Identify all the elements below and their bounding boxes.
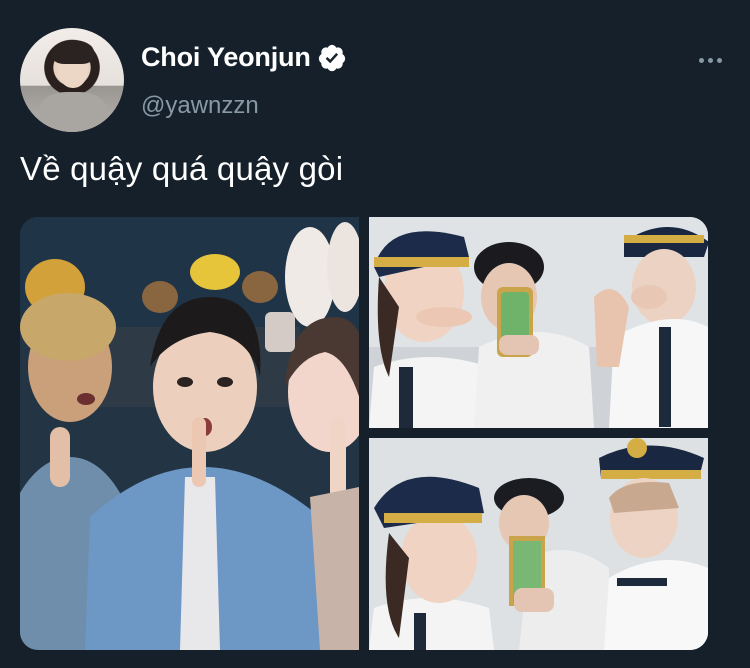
photo-pilot-uniform-selfie-1-art (369, 217, 708, 428)
display-name[interactable]: Choi Yeonjun (141, 42, 311, 73)
avatar-hair-shape (52, 40, 94, 64)
dot-shape (717, 58, 722, 63)
photo-pilot-uniform-selfie-2-art (369, 438, 708, 650)
avatar[interactable] (20, 28, 124, 132)
photo-group-selfie[interactable] (20, 217, 359, 650)
author-handle[interactable]: @yawnzzn (141, 92, 259, 120)
verified-badge-icon (318, 44, 345, 71)
photo-group-selfie-art (20, 217, 359, 650)
media-grid (20, 217, 708, 650)
tweet-card: Choi Yeonjun @yawnzzn Về quậy quá quậy g… (0, 0, 750, 668)
dot-shape (708, 58, 713, 63)
more-options-icon[interactable] (699, 58, 722, 63)
avatar-body-shape (38, 92, 108, 132)
tweet-text: Về quậy quá quậy gòi (20, 150, 344, 187)
author-name-row[interactable]: Choi Yeonjun (141, 42, 347, 73)
photo-pilot-uniform-selfie-1[interactable] (369, 217, 708, 428)
photo-pilot-uniform-selfie-2[interactable] (369, 438, 708, 650)
dot-shape (699, 58, 704, 63)
